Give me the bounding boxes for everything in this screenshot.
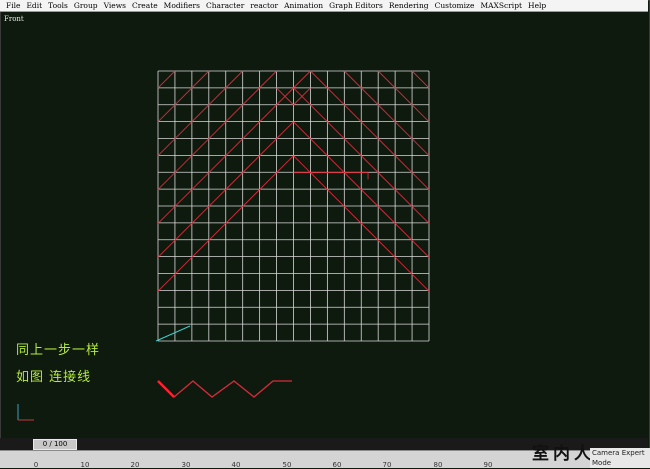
time-slider-thumb[interactable]: 0 / 100	[33, 439, 77, 450]
zigzag-spline	[157, 380, 292, 398]
note-line-1: 同上一步一样	[16, 343, 101, 358]
diagonal-line	[157, 70, 210, 123]
diagonal-line	[343, 70, 430, 157]
selection-outline	[293, 172, 369, 180]
diagonal-line	[157, 70, 176, 89]
diagonal-line	[157, 70, 244, 157]
status-mode: Camera Expert Mode	[590, 448, 650, 468]
lattice-grid	[157, 70, 430, 342]
diagonal-line	[411, 70, 430, 89]
note-line-2: 如图 连接线	[16, 370, 92, 385]
diagonal-line	[377, 70, 430, 123]
diagonal-line	[157, 70, 311, 224]
watermark: 室内人	[532, 444, 595, 464]
diagonal-line	[310, 70, 430, 190]
front-viewport[interactable]	[0, 0, 650, 468]
diagonal-line	[157, 70, 277, 190]
